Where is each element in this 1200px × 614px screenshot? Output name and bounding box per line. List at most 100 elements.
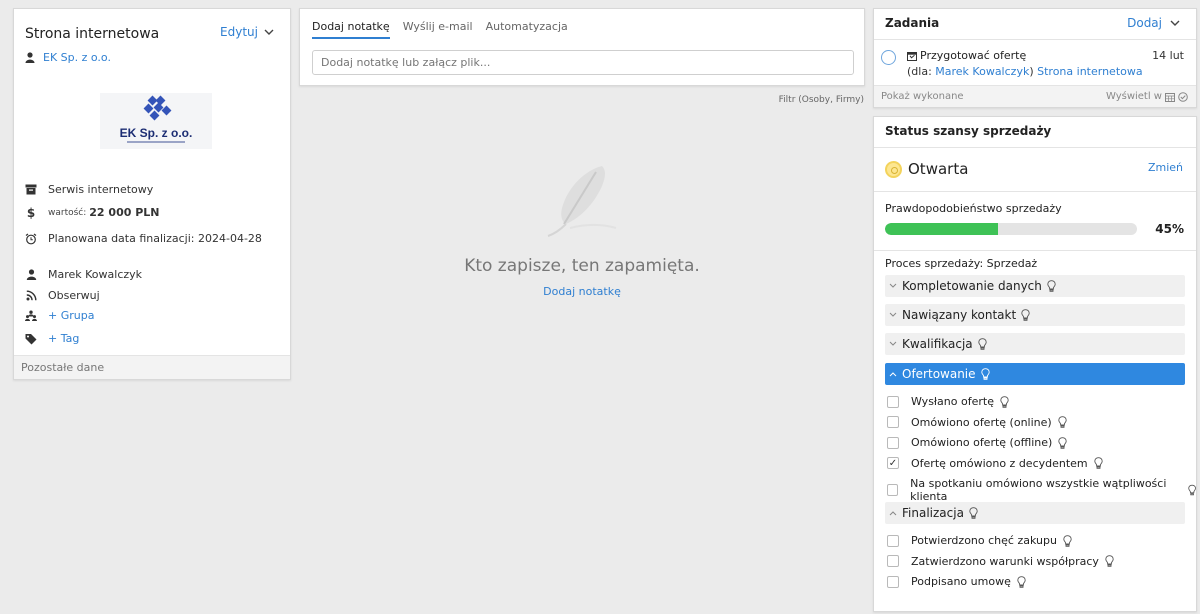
follow-row[interactable]: Obserwuj	[25, 289, 100, 302]
note-tabs: Dodaj notatkę Wyślij e-mail Automatyzacj…	[312, 20, 568, 39]
checkbox[interactable]	[887, 416, 899, 428]
checklist-item[interactable]: Wysłano ofertę	[887, 395, 1009, 408]
checkbox[interactable]	[887, 575, 899, 588]
lightbulb-icon[interactable]	[1188, 484, 1196, 496]
task-deal-link[interactable]: Strona internetowa	[1037, 65, 1142, 78]
check-circle-icon[interactable]	[1178, 91, 1188, 102]
checkbox[interactable]: ✓	[887, 457, 899, 469]
stage-finalizacja[interactable]: Finalizacja	[885, 502, 1185, 524]
empty-state-text: Kto zapisze, ten zapamięta.	[464, 256, 700, 276]
probability-value: 45%	[1155, 222, 1184, 236]
stage-label: Kompletowanie danych	[902, 279, 1042, 293]
checkbox[interactable]	[887, 534, 899, 547]
stage-nawiazany-kontakt[interactable]: Nawiązany kontakt	[885, 304, 1185, 326]
checklist-item[interactable]: Na spotkaniu omówiono wszystkie wątpliwo…	[887, 477, 1196, 503]
checklist-item[interactable]: Podpisano umowę	[887, 575, 1026, 588]
sales-process-label: Proces sprzedaży: Sprzedaż	[885, 257, 1038, 270]
lightbulb-icon[interactable]	[969, 507, 978, 519]
tab-add-note[interactable]: Dodaj notatkę	[312, 20, 390, 39]
chevron-up-icon	[889, 511, 897, 516]
change-status-link[interactable]: Zmień	[1148, 161, 1183, 174]
calendar-view-icon[interactable]	[1165, 92, 1175, 102]
feather-icon	[547, 166, 617, 237]
value-row: $ wartość: 22 000 PLN	[25, 205, 160, 220]
note-input[interactable]	[312, 50, 854, 75]
add-task-button[interactable]: Dodaj	[1127, 16, 1180, 30]
checklist-label: Wysłano ofertę	[911, 395, 994, 408]
company-name: EK Sp. z o.o.	[43, 51, 111, 64]
checklist-label: Zatwierdzono warunki współpracy	[911, 554, 1099, 568]
checkbox[interactable]	[887, 436, 899, 449]
owner-row[interactable]: Marek Kowalczyk	[25, 268, 142, 281]
chevron-down-icon	[889, 283, 897, 288]
task-sep: )	[1029, 65, 1034, 78]
checklist-item[interactable]: Potwierdzono chęć zakupu	[887, 534, 1072, 547]
task-person-link[interactable]: Marek Kowalczyk	[935, 65, 1029, 78]
checklist-label: Potwierdzono chęć zakupu	[911, 534, 1057, 547]
tab-send-email[interactable]: Wyślij e-mail	[403, 20, 473, 39]
user-icon	[25, 269, 37, 281]
group-icon	[25, 310, 37, 322]
checkbox[interactable]	[887, 395, 899, 408]
stage-label: Kwalifikacja	[902, 337, 973, 351]
show-in-label: Wyświetl w	[1105, 91, 1162, 102]
lightbulb-icon[interactable]	[1047, 280, 1056, 292]
lightbulb-icon[interactable]	[1021, 309, 1030, 321]
tag-row[interactable]: + Tag	[25, 332, 79, 345]
close-date-row: Planowana data finalizacji: 2024-04-28	[25, 232, 262, 245]
status-name: Otwarta	[908, 160, 969, 178]
filter-link[interactable]: Filtr (Osoby, Firmy)	[779, 95, 864, 105]
chevron-up-icon	[889, 372, 897, 377]
checklist-item[interactable]: Omówiono ofertę (offline)	[887, 436, 1067, 449]
probability-section: Prawdopodobieństwo sprzedaży 45%	[874, 193, 1196, 251]
add-task-label: Dodaj	[1127, 16, 1162, 30]
checklist-item[interactable]: Omówiono ofertę (online)	[887, 416, 1067, 429]
lightbulb-icon[interactable]	[1058, 436, 1067, 449]
person-icon	[25, 52, 35, 63]
status-title: Status szansy sprzedaży	[885, 124, 1052, 138]
stage-kwalifikacja[interactable]: Kwalifikacja	[885, 333, 1185, 355]
stage-kompletowanie[interactable]: Kompletowanie danych	[885, 275, 1185, 297]
lightbulb-icon[interactable]	[1017, 575, 1026, 588]
task-complete-checkbox[interactable]	[881, 50, 896, 65]
add-tag-link[interactable]: + Tag	[48, 332, 79, 345]
add-note-link[interactable]: Dodaj notatkę	[299, 285, 865, 298]
lightbulb-icon[interactable]	[977, 338, 987, 350]
other-data-footer[interactable]: Pozostałe dane	[14, 355, 290, 379]
lightbulb-icon[interactable]	[1094, 457, 1103, 469]
sales-status-panel: Status szansy sprzedaży Otwarta Zmień Pr…	[873, 116, 1197, 612]
show-done-link[interactable]: Pokaż wykonane	[881, 91, 964, 102]
tasks-panel: Zadania Dodaj Przygotować ofertę (dla: M…	[873, 8, 1197, 108]
company-link[interactable]: EK Sp. z o.o.	[25, 51, 111, 64]
lightbulb-icon[interactable]	[1063, 534, 1072, 547]
lightbulb-icon[interactable]	[1058, 416, 1067, 428]
follow-text: Obserwuj	[48, 289, 100, 302]
checklist-label: Omówiono ofertę (online)	[911, 415, 1052, 429]
lightbulb-icon[interactable]	[1105, 555, 1114, 567]
note-composer: Dodaj notatkę Wyślij e-mail Automatyzacj…	[299, 8, 865, 86]
add-group-link[interactable]: + Grupa	[48, 309, 94, 322]
tasks-header: Zadania Dodaj	[874, 9, 1196, 40]
rss-icon	[25, 290, 37, 302]
checklist-item[interactable]: Zatwierdzono warunki współpracy	[887, 555, 1114, 568]
stage-ofertowanie[interactable]: Ofertowanie	[885, 363, 1185, 385]
checkbox[interactable]	[887, 484, 899, 496]
task-title-row[interactable]: Przygotować ofertę	[907, 49, 1026, 62]
tab-automation[interactable]: Automatyzacja	[486, 20, 568, 39]
open-status-icon	[885, 161, 902, 178]
chevron-down-icon	[889, 312, 897, 317]
checklist-label: Podpisano umowę	[911, 575, 1011, 588]
checkbox[interactable]	[887, 555, 899, 567]
chevron-down-icon	[264, 29, 274, 35]
edit-button[interactable]: Edytuj	[220, 25, 274, 39]
checklist-item[interactable]: ✓ Ofertę omówiono z decydentem	[887, 457, 1103, 470]
tag-icon	[25, 333, 37, 345]
calendar-icon	[907, 51, 917, 61]
lightbulb-icon[interactable]	[980, 368, 990, 380]
show-in-control[interactable]: Wyświetl w	[1106, 91, 1188, 102]
dollar-icon: $	[26, 205, 36, 220]
archive-icon	[25, 184, 37, 196]
checklist-label: Ofertę omówiono z decydentem	[911, 456, 1088, 470]
lightbulb-icon[interactable]	[1000, 395, 1009, 408]
group-row[interactable]: + Grupa	[25, 309, 94, 322]
